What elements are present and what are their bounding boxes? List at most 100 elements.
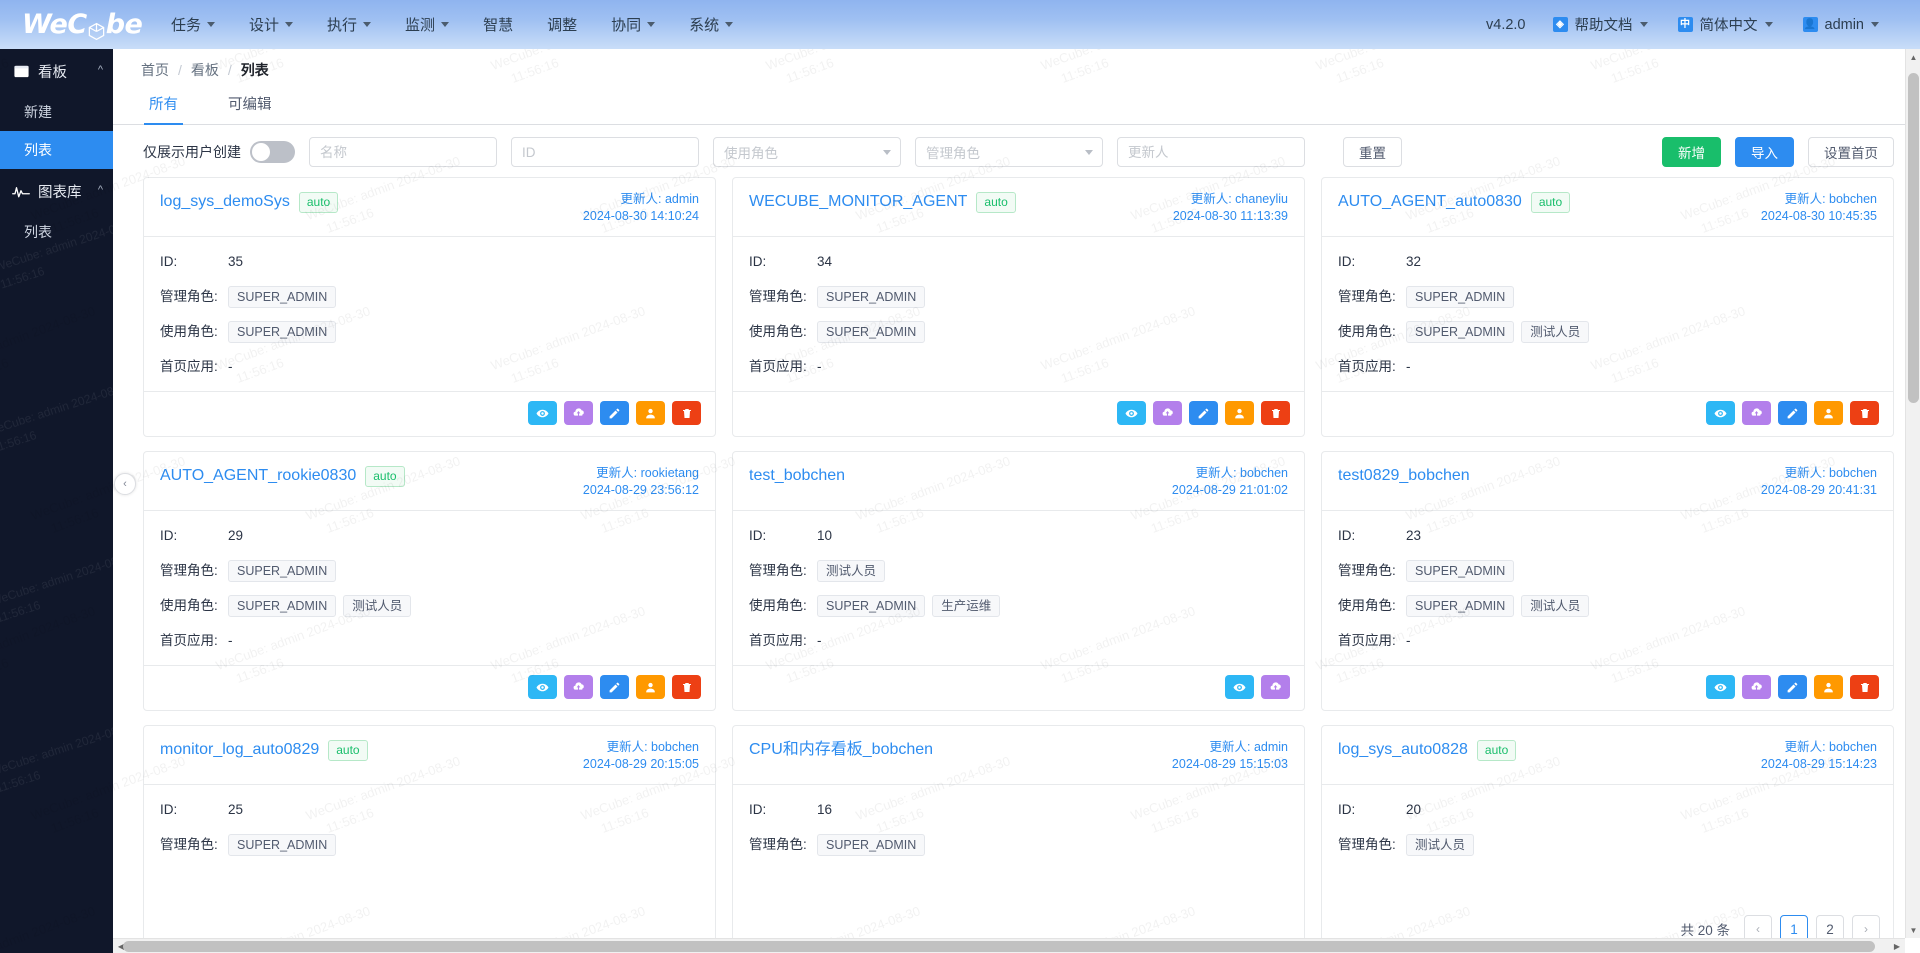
set-homepage-button[interactable]: 设置首页: [1808, 137, 1894, 167]
reset-button[interactable]: 重置: [1343, 137, 1402, 167]
scroll-right-arrow[interactable]: ▶: [1889, 939, 1905, 953]
card-title-link[interactable]: CPU和内存看板_bobchen: [749, 739, 933, 761]
user-created-only-switch[interactable]: [250, 141, 295, 163]
topnav-item-6[interactable]: 协同: [594, 0, 672, 49]
edit-button[interactable]: [1778, 401, 1807, 425]
horizontal-scrollbar[interactable]: ◀ ▶: [113, 938, 1905, 953]
export-button[interactable]: [1742, 401, 1771, 425]
card-title-link[interactable]: test_bobchen: [749, 465, 845, 487]
card-title-link[interactable]: AUTO_AGENT_rookie0830: [160, 465, 356, 487]
help-doc-menu[interactable]: ◈ 帮助文档: [1538, 0, 1663, 49]
card-header: test0829_bobchen 更新人: bobchen 2024-08-29 2…: [1322, 452, 1893, 511]
export-button[interactable]: [1742, 675, 1771, 699]
sidebar-group-chartlib[interactable]: 图表库 ^: [0, 169, 113, 213]
chart-pulse-icon: [12, 182, 30, 200]
view-button[interactable]: [528, 675, 557, 699]
dashboard-card: monitor_log_auto0829 auto 更新人: bobchen 2024…: [143, 725, 716, 953]
user-menu[interactable]: 👤 admin: [1788, 0, 1895, 49]
topnav-item-4[interactable]: 智慧: [466, 0, 530, 49]
card-updater: 更新人: bobchen: [606, 740, 699, 754]
delete-button[interactable]: [672, 675, 701, 699]
delete-button[interactable]: [1261, 401, 1290, 425]
card-field-value: -: [1406, 633, 1411, 648]
updater-filter-input[interactable]: [1117, 137, 1305, 167]
manage-role-select[interactable]: 管理角色: [915, 137, 1103, 167]
scroll-up-arrow[interactable]: ▲: [1906, 49, 1920, 65]
export-button[interactable]: [564, 675, 593, 699]
user-created-only-label: 仅展示用户创建: [143, 144, 241, 160]
permission-button[interactable]: [1814, 675, 1843, 699]
edit-button[interactable]: [600, 401, 629, 425]
id-filter-input[interactable]: [511, 137, 699, 167]
export-button[interactable]: [1261, 675, 1290, 699]
view-button[interactable]: [1706, 675, 1735, 699]
card-field-label: 管理角色:: [160, 563, 218, 578]
use-role-select-value: 使用角色: [724, 146, 778, 161]
topnav-item-5[interactable]: 调整: [530, 0, 594, 49]
permission-button[interactable]: [636, 675, 665, 699]
topnav-item-2[interactable]: 执行: [310, 0, 388, 49]
edit-button[interactable]: [1778, 675, 1807, 699]
card-field-manage-role: 管理角色: SUPER_ADMIN: [160, 834, 699, 856]
tab-all[interactable]: 所有: [144, 93, 183, 125]
edit-button[interactable]: [600, 675, 629, 699]
sidebar-item-chart-list[interactable]: 列表: [0, 213, 113, 251]
card-field-label: 管理角色:: [160, 289, 218, 304]
view-button[interactable]: [1706, 401, 1735, 425]
card-title-link[interactable]: log_sys_auto0828: [1338, 739, 1468, 761]
card-field-label: 首页应用:: [160, 633, 218, 648]
use-role-select[interactable]: 使用角色: [713, 137, 901, 167]
delete-button[interactable]: [1850, 675, 1879, 699]
sidebar-group-board[interactable]: 看板 ^: [0, 49, 113, 93]
sidebar-item-list[interactable]: 列表: [0, 131, 113, 169]
view-button[interactable]: [1117, 401, 1146, 425]
breadcrumb-item-home[interactable]: 首页: [141, 60, 169, 80]
filter-toolbar: 仅展示用户创建 使用角色 管理角色 重置 新增 导入 设置首页: [113, 125, 1920, 177]
delete-button[interactable]: [672, 401, 701, 425]
export-button[interactable]: [564, 401, 593, 425]
edit-button[interactable]: [1189, 401, 1218, 425]
horizontal-scrollbar-thumb[interactable]: [123, 941, 1875, 952]
import-button[interactable]: 导入: [1735, 137, 1794, 167]
topnav-item-3[interactable]: 监测: [388, 0, 466, 49]
card-field-value: 32: [1406, 254, 1422, 269]
card-body: ID: 32 管理角色: SUPER_ADMIN 使用角色: SUPER_ADMIN 测试人…: [1322, 237, 1893, 391]
permission-button[interactable]: [1814, 401, 1843, 425]
view-button[interactable]: [528, 401, 557, 425]
role-chip: 测试人员: [817, 560, 886, 582]
name-filter-input[interactable]: [309, 137, 497, 167]
app-logo[interactable]: WeC be: [0, 9, 143, 41]
card-title-link[interactable]: test0829_bobchen: [1338, 465, 1470, 487]
card-meta: 更新人: bobchen 2024-08-29 20:15:05: [573, 739, 699, 773]
card-field-label: ID:: [1338, 528, 1356, 543]
card-header: CPU和内存看板_bobchen 更新人: admin 2024-08-29 15:…: [733, 726, 1304, 785]
sidebar-collapse-handle[interactable]: ‹: [114, 473, 136, 495]
card-title-link[interactable]: WECUBE_MONITOR_AGENT: [749, 191, 967, 213]
export-button[interactable]: [1153, 401, 1182, 425]
card-title-link[interactable]: log_sys_demoSys: [160, 191, 290, 213]
breadcrumb-item-board[interactable]: 看板: [191, 60, 219, 80]
topnav-item-0[interactable]: 任务: [154, 0, 232, 49]
permission-button[interactable]: [1225, 401, 1254, 425]
card-field-value: 20: [1406, 802, 1422, 817]
vertical-scrollbar-thumb[interactable]: [1908, 73, 1919, 403]
scroll-down-arrow[interactable]: ▼: [1906, 922, 1920, 938]
card-field-manage-role: 管理角色: 测试人员: [1338, 834, 1877, 856]
card-field-value: 10: [817, 528, 833, 543]
card-field-manage-role: 管理角色: SUPER_ADMIN: [749, 834, 1288, 856]
chevron-down-icon: [647, 22, 656, 27]
role-chip: 生产运维: [932, 595, 1001, 617]
sidebar-item-new[interactable]: 新建: [0, 93, 113, 131]
delete-button[interactable]: [1850, 401, 1879, 425]
add-button[interactable]: 新增: [1662, 137, 1721, 167]
tab-editable[interactable]: 可编辑: [226, 93, 274, 124]
topnav-item-7[interactable]: 系统: [672, 0, 750, 49]
card-title-link[interactable]: AUTO_AGENT_auto0830: [1338, 191, 1522, 213]
vertical-scrollbar[interactable]: ▲ ▼: [1905, 49, 1920, 938]
topnav-item-1[interactable]: 设计: [232, 0, 310, 49]
logo-text-be: be: [105, 9, 143, 40]
view-button[interactable]: [1225, 675, 1254, 699]
permission-button[interactable]: [636, 401, 665, 425]
card-title-link[interactable]: monitor_log_auto0829: [160, 739, 319, 761]
language-menu[interactable]: 中 简体中文: [1663, 0, 1788, 49]
